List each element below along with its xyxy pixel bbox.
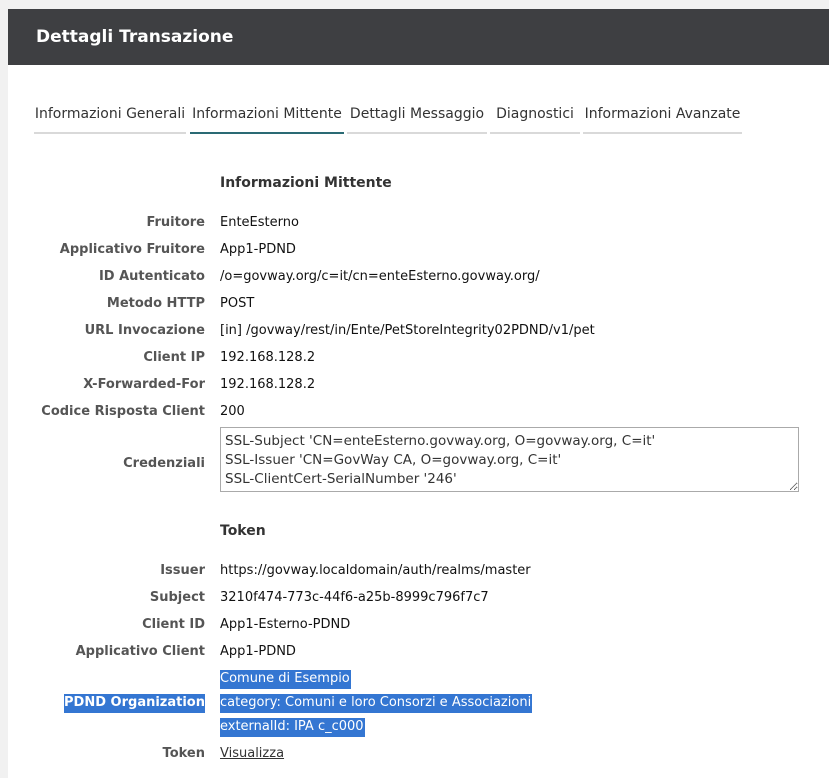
page-header: Dettagli Transazione <box>8 9 829 65</box>
tab-informazioni-mittente[interactable]: Informazioni Mittente <box>190 97 344 134</box>
value-id-autenticato: /o=govway.org/c=it/cn=enteEsterno.govway… <box>220 269 540 284</box>
pdnd-line-external-id: externalId: IPA c_c000 <box>220 718 365 737</box>
tab-label: Dettagli Messaggio <box>349 106 485 122</box>
label-pdnd-organization: PDND Organization <box>64 694 205 713</box>
label-client-ip: Client IP <box>143 350 205 365</box>
tab-informazioni-generali[interactable]: Informazioni Generali <box>34 97 186 134</box>
label-fruitore: Fruitore <box>146 215 205 230</box>
value-client-ip: 192.168.128.2 <box>220 350 316 365</box>
tab-dettagli-messaggio[interactable]: Dettagli Messaggio <box>347 97 487 134</box>
details-panel: Informazioni Generali Informazioni Mitte… <box>8 65 829 778</box>
value-fruitore: EnteEsterno <box>220 215 299 230</box>
label-applicativo-fruitore: Applicativo Fruitore <box>59 242 205 257</box>
pdnd-line-category: category: Comuni e loro Consorzi e Assoc… <box>220 694 533 713</box>
label-id-autenticato: ID Autenticato <box>98 269 205 284</box>
label-subject: Subject <box>149 590 205 605</box>
section-title-mittente: Informazioni Mittente <box>220 175 392 191</box>
label-issuer: Issuer <box>160 563 205 578</box>
pdnd-organization-values: Comune di Esempio category: Comuni e lor… <box>220 667 533 739</box>
tab-diagnostici[interactable]: Diagnostici <box>490 97 580 134</box>
label-token: Token <box>162 746 205 761</box>
tab-informazioni-avanzate[interactable]: Informazioni Avanzate <box>583 97 742 134</box>
pdnd-line: externalId: IPA c_c000 <box>220 715 532 739</box>
pdnd-organization-label-text: PDND Organization <box>64 694 205 713</box>
tab-label: Diagnostici <box>496 106 574 122</box>
pdnd-line: Comune di Esempio <box>220 667 532 691</box>
label-applicativo-client: Applicativo Client <box>75 644 205 659</box>
page-title: Dettagli Transazione <box>36 27 234 47</box>
tab-label: Informazioni Mittente <box>192 106 342 122</box>
value-metodo-http: POST <box>220 296 255 311</box>
token-visualizza-link[interactable]: Visualizza <box>220 746 284 761</box>
value-url-invocazione: [in] /govway/rest/in/Ente/PetStoreIntegr… <box>220 323 595 338</box>
pdnd-line: category: Comuni e loro Consorzi e Assoc… <box>220 691 533 715</box>
label-credenziali: Credenziali <box>123 456 205 471</box>
credenziali-textarea[interactable]: SSL-Subject 'CN=enteEsterno.govway.org, … <box>220 427 799 492</box>
value-applicativo-fruitore: App1-PDND <box>220 242 296 257</box>
label-codice-risposta-client: Codice Risposta Client <box>41 404 205 419</box>
label-url-invocazione: URL Invocazione <box>84 323 205 338</box>
label-x-forwarded-for: X-Forwarded-For <box>83 377 205 392</box>
value-applicativo-client: App1-PDND <box>220 644 296 659</box>
label-metodo-http: Metodo HTTP <box>106 296 205 311</box>
label-client-id: Client ID <box>142 617 205 632</box>
value-issuer: https://govway.localdomain/auth/realms/m… <box>220 563 531 578</box>
value-client-id: App1-Esterno-PDND <box>220 617 351 632</box>
pdnd-line-name: Comune di Esempio <box>220 670 351 689</box>
value-x-forwarded-for: 192.168.128.2 <box>220 377 316 392</box>
tab-label: Informazioni Generali <box>34 106 186 122</box>
value-subject: 3210f474-773c-44f6-a25b-8999c796f7c7 <box>220 590 489 605</box>
value-codice-risposta-client: 200 <box>220 404 245 419</box>
tab-label: Informazioni Avanzate <box>584 106 741 122</box>
section-title-token: Token <box>220 523 266 539</box>
